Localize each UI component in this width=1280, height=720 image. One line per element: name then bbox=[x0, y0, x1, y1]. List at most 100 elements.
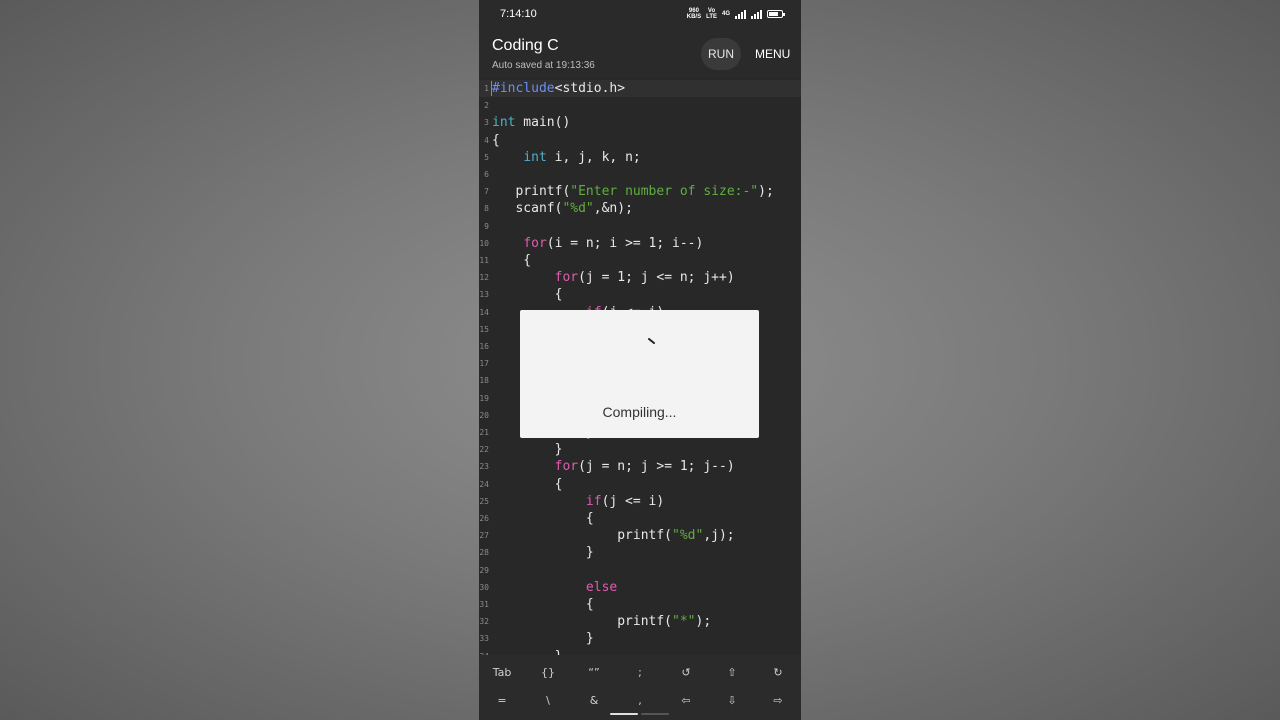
code-token: } bbox=[492, 545, 594, 560]
code-line[interactable]: 34 } bbox=[479, 648, 801, 655]
network-speed: 960 KB/S bbox=[687, 8, 701, 20]
code-token: int bbox=[523, 150, 547, 165]
code-line[interactable]: 1 #include<stdio.h> bbox=[479, 80, 801, 97]
code-text: } bbox=[492, 544, 594, 561]
code-line[interactable]: 10 for(i = n; i >= 1; i--) bbox=[479, 235, 801, 252]
code-text: for(j = 1; j <= n; j++) bbox=[492, 269, 735, 286]
line-number: 22 bbox=[479, 445, 489, 454]
nav-indicator bbox=[610, 713, 638, 715]
code-token: (j <= i) bbox=[601, 494, 665, 509]
line-number: 26 bbox=[479, 514, 489, 523]
line-number: 7 bbox=[484, 187, 489, 196]
code-token: <stdio.h> bbox=[554, 81, 626, 96]
code-token: { bbox=[492, 477, 563, 492]
code-token: else bbox=[585, 580, 618, 595]
extra-key[interactable]: = bbox=[479, 686, 525, 714]
extra-key[interactable]: \ bbox=[525, 686, 571, 714]
code-token: main() bbox=[515, 115, 571, 130]
status-icons: 960 KB/S Vo LTE 4G bbox=[687, 8, 785, 20]
code-token: "%d" bbox=[672, 528, 704, 543]
compiling-dialog: Compiling... bbox=[520, 310, 759, 438]
code-line[interactable]: 12 for(j = 1; j <= n; j++) bbox=[479, 269, 801, 286]
code-token: (i = n; i >= 1; i--) bbox=[546, 236, 704, 251]
code-line[interactable]: 32 printf("*"); bbox=[479, 613, 801, 630]
code-token: if bbox=[585, 494, 602, 509]
code-text: int main() bbox=[492, 114, 570, 131]
extra-key[interactable]: ; bbox=[617, 658, 663, 686]
line-number: 23 bbox=[479, 462, 489, 471]
signal-icon-2 bbox=[751, 9, 762, 19]
code-token: i, j, k, n; bbox=[546, 150, 641, 165]
code-text: { bbox=[492, 132, 500, 149]
extra-key[interactable]: ↻ bbox=[755, 658, 801, 686]
line-number: 25 bbox=[479, 497, 489, 506]
run-button[interactable]: RUN bbox=[701, 38, 741, 70]
line-number: 9 bbox=[484, 222, 489, 231]
line-number: 28 bbox=[479, 548, 489, 557]
code-line[interactable]: 33 } bbox=[479, 630, 801, 647]
line-number: 5 bbox=[484, 153, 489, 162]
extra-key[interactable]: ⇦ bbox=[663, 686, 709, 714]
network-speed-unit: KB/S bbox=[686, 14, 702, 20]
line-number: 29 bbox=[479, 566, 489, 575]
code-line[interactable]: 23 for(j = n; j >= 1; j--) bbox=[479, 458, 801, 475]
code-text: } bbox=[492, 441, 563, 458]
code-text: { bbox=[492, 510, 594, 527]
extra-key[interactable]: Tab bbox=[479, 658, 525, 686]
extra-key[interactable]: ⇧ bbox=[709, 658, 755, 686]
phone-screen: 7:14:10 960 KB/S Vo LTE 4G Coding C Auto… bbox=[479, 0, 801, 720]
code-token: for bbox=[523, 236, 547, 251]
code-token: ,&n); bbox=[593, 201, 633, 216]
extra-key[interactable]: ⇨ bbox=[755, 686, 801, 714]
code-line[interactable]: 30 else bbox=[479, 579, 801, 596]
line-number: 21 bbox=[479, 428, 489, 437]
code-text: { bbox=[492, 596, 594, 613]
code-line[interactable]: 24 { bbox=[479, 476, 801, 493]
code-line[interactable]: 13 { bbox=[479, 286, 801, 303]
code-line[interactable]: 11 { bbox=[479, 252, 801, 269]
extra-key[interactable]: & bbox=[571, 686, 617, 714]
line-number: 1 bbox=[484, 84, 489, 93]
code-text: for(j = n; j >= 1; j--) bbox=[492, 458, 735, 475]
code-line[interactable]: 3 int main() bbox=[479, 114, 801, 131]
code-text: scanf("%d",&n); bbox=[492, 200, 633, 217]
code-line[interactable]: 7 printf("Enter number of size:-"); bbox=[479, 183, 801, 200]
code-line[interactable]: 2 bbox=[479, 97, 801, 114]
status-bar: 7:14:10 960 KB/S Vo LTE 4G bbox=[479, 0, 801, 30]
line-number: 19 bbox=[479, 394, 489, 403]
code-line[interactable]: 8 scanf("%d",&n); bbox=[479, 200, 801, 217]
line-number: 31 bbox=[479, 600, 489, 609]
code-line[interactable]: 27 printf("%d",j); bbox=[479, 527, 801, 544]
signal-icon bbox=[735, 9, 746, 19]
code-token: (j = 1; j <= n; j++) bbox=[578, 270, 735, 285]
code-token: (j = n; j >= 1; j--) bbox=[578, 459, 735, 474]
code-line[interactable]: 25 if(j <= i) bbox=[479, 493, 801, 510]
code-token: } bbox=[492, 442, 563, 457]
line-number: 3 bbox=[484, 118, 489, 127]
extra-key[interactable]: , bbox=[617, 686, 663, 714]
extra-key[interactable]: ↺ bbox=[663, 658, 709, 686]
code-line[interactable]: 9 bbox=[479, 218, 801, 235]
extra-key[interactable]: {} bbox=[525, 658, 571, 686]
loading-spinner-icon bbox=[648, 337, 656, 345]
extra-key[interactable]: “” bbox=[571, 658, 617, 686]
code-line[interactable]: 4{ bbox=[479, 132, 801, 149]
line-number: 17 bbox=[479, 359, 489, 368]
code-line[interactable]: 22 } bbox=[479, 441, 801, 458]
extra-key[interactable]: ⇩ bbox=[709, 686, 755, 714]
code-line[interactable]: 6 bbox=[479, 166, 801, 183]
code-line[interactable]: 31 { bbox=[479, 596, 801, 613]
code-line[interactable]: 5 int i, j, k, n; bbox=[479, 149, 801, 166]
code-line[interactable]: 26 { bbox=[479, 510, 801, 527]
battery-icon bbox=[767, 10, 785, 18]
extra-keys-bar: Tab{} “”; ↺ ⇧ ↻ = \ &, ⇦ ⇩ ⇨ bbox=[479, 655, 801, 720]
code-text: else bbox=[492, 579, 617, 596]
code-line[interactable]: 28 } bbox=[479, 544, 801, 561]
code-token: printf( bbox=[492, 184, 571, 199]
menu-button[interactable]: MENU bbox=[755, 47, 790, 61]
code-line[interactable]: 29 bbox=[479, 562, 801, 579]
